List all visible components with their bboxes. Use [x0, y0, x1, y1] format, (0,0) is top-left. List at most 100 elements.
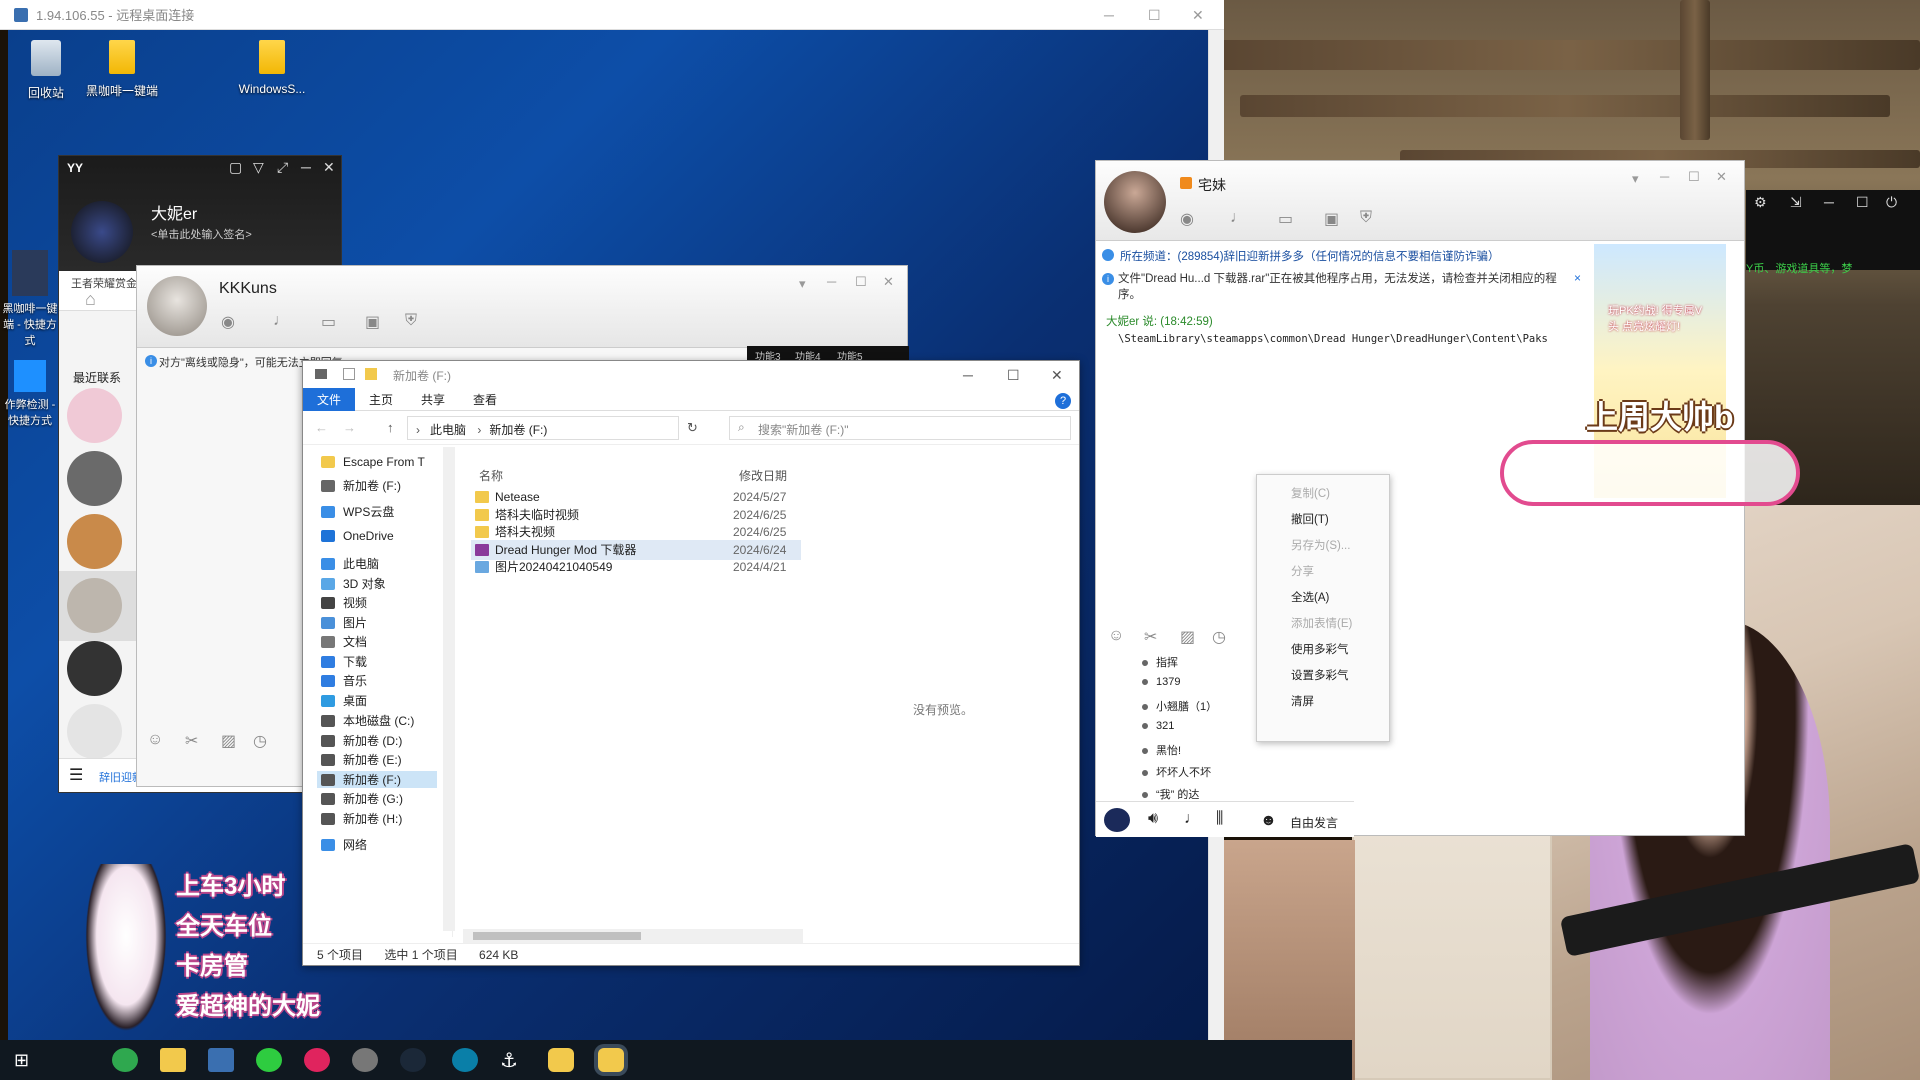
nav-item[interactable]: 本地磁盘 (C:): [321, 712, 414, 729]
context-menu-item[interactable]: 使用多彩气: [1291, 641, 1349, 657]
avatar[interactable]: [1104, 171, 1166, 233]
menu-icon[interactable]: ▢: [229, 159, 242, 176]
minimize-icon[interactable]: ─: [963, 367, 973, 383]
checkbox-icon[interactable]: [343, 368, 355, 380]
context-menu-item[interactable]: 另存为(S)...: [1291, 537, 1350, 553]
screen-icon[interactable]: ▣: [1324, 209, 1339, 229]
context-menu-item[interactable]: 清屏: [1291, 693, 1314, 709]
app-icon[interactable]: [256, 1048, 282, 1072]
camera-icon[interactable]: ◉: [1180, 209, 1194, 229]
maximize-icon[interactable]: ☐: [855, 274, 867, 290]
settings-icon[interactable]: ⚙: [1754, 194, 1767, 211]
nav-item[interactable]: 新加卷 (H:): [321, 810, 402, 827]
search-input[interactable]: ⌕ 搜索"新加卷 (F:)": [729, 416, 1071, 440]
nav-item[interactable]: Escape From T: [321, 455, 425, 469]
minimize-icon[interactable]: ─: [301, 159, 311, 175]
image-icon[interactable]: ▨: [1180, 627, 1195, 647]
nav-item[interactable]: WPS云盘: [321, 503, 394, 520]
close-icon[interactable]: ✕: [1051, 367, 1063, 384]
equalizer-icon[interactable]: ⫼: [1216, 810, 1223, 828]
context-menu-item[interactable]: 撤回(T): [1291, 511, 1329, 527]
close-icon[interactable]: ✕: [883, 274, 894, 290]
maximize-icon[interactable]: ☐: [1148, 7, 1161, 24]
context-menu-item[interactable]: 添加表情(E): [1291, 615, 1352, 631]
nav-item[interactable]: 图片: [321, 614, 367, 631]
column-name[interactable]: 名称: [479, 467, 503, 484]
minimize-icon[interactable]: ─: [1824, 194, 1834, 210]
minimize-icon[interactable]: ─: [1660, 169, 1669, 184]
maximize-icon[interactable]: ☐: [1688, 169, 1700, 185]
help-icon[interactable]: ?: [1055, 393, 1071, 409]
ribbon-tab-share[interactable]: 共享: [407, 388, 459, 411]
contact-avatar[interactable]: [67, 704, 122, 759]
folder-icon[interactable]: ▭: [321, 312, 336, 332]
app-icon[interactable]: [452, 1048, 478, 1072]
nav-item[interactable]: 音乐: [321, 672, 367, 689]
member-item[interactable]: 1379: [1142, 676, 1180, 688]
screen-icon[interactable]: ▣: [365, 312, 380, 332]
yy-icon[interactable]: [598, 1048, 624, 1072]
column-modified-date[interactable]: 修改日期: [739, 467, 787, 484]
avatar[interactable]: [1104, 808, 1130, 832]
maximize-icon[interactable]: ☐: [1856, 194, 1869, 211]
member-item[interactable]: 指挥: [1142, 654, 1178, 670]
microphone-icon[interactable]: ♩: [1230, 209, 1246, 227]
member-item[interactable]: 321: [1142, 720, 1174, 732]
refresh-icon[interactable]: ↻: [687, 420, 698, 436]
close-notice-icon[interactable]: ×: [1574, 271, 1581, 285]
nav-item[interactable]: 新加卷 (E:): [321, 751, 402, 768]
nav-item[interactable]: 新加卷 (G:): [321, 790, 403, 807]
shield-icon[interactable]: ⛨: [1360, 209, 1372, 227]
nav-item[interactable]: 文档: [321, 633, 367, 650]
contact-avatar[interactable]: [67, 451, 122, 506]
context-menu-item[interactable]: 设置多彩气: [1291, 667, 1349, 683]
desktop-icon-shortcut-1[interactable]: 黑咖啡一键端 - 快捷方式: [0, 250, 60, 348]
horizontal-scrollbar[interactable]: [463, 929, 803, 943]
ribbon-tab-file[interactable]: 文件: [303, 388, 356, 411]
breadcrumb-this-pc[interactable]: 此电脑: [430, 423, 466, 437]
nav-item[interactable]: 此电脑: [321, 555, 379, 572]
member-item[interactable]: 坏坏人不坏: [1142, 764, 1211, 780]
scrollbar-thumb[interactable]: [473, 932, 641, 940]
power-icon[interactable]: ⏻: [1886, 194, 1897, 211]
back-icon[interactable]: ←: [315, 420, 328, 435]
app-icon[interactable]: [304, 1048, 330, 1072]
nav-item[interactable]: 3D 对象: [321, 575, 386, 592]
minimize-icon[interactable]: ─: [1104, 7, 1114, 23]
image-icon[interactable]: ▨: [221, 731, 236, 751]
yy-icon[interactable]: [548, 1048, 574, 1072]
close-icon[interactable]: ✕: [1192, 7, 1204, 24]
contact-avatar[interactable]: [67, 388, 122, 443]
nav-item[interactable]: 桌面: [321, 692, 367, 709]
contact-avatar[interactable]: [67, 641, 122, 696]
scissors-icon[interactable]: ✂: [185, 731, 198, 751]
avatar[interactable]: [71, 201, 133, 263]
nav-item[interactable]: OneDrive: [321, 529, 394, 543]
speaker-icon[interactable]: 🔊︎: [1148, 810, 1158, 828]
minimize-icon[interactable]: ─: [827, 274, 836, 289]
collapse-icon[interactable]: ⇲: [1790, 194, 1802, 211]
desktop-icon-recycle-bin[interactable]: 回收站: [6, 40, 86, 101]
desktop-icon-blackcoffee[interactable]: 黑咖啡一键端: [82, 40, 162, 99]
microphone-icon[interactable]: ♩: [1184, 810, 1200, 828]
context-menu-item[interactable]: 分享: [1291, 563, 1314, 579]
nav-item[interactable]: 网络: [321, 836, 367, 853]
member-item[interactable]: 黑怡!: [1142, 742, 1181, 758]
profile-signature[interactable]: <单击此处输入签名>: [151, 226, 252, 242]
file-explorer-icon[interactable]: [160, 1048, 186, 1072]
file-row[interactable]: 图片20240421040549 2024/4/21: [471, 557, 801, 577]
ribbon-tab-home[interactable]: 主页: [355, 388, 407, 411]
chrome-icon[interactable]: [112, 1048, 138, 1072]
avatar[interactable]: [147, 276, 207, 336]
windows-start-icon[interactable]: ⊞: [14, 1050, 29, 1071]
breadcrumb-drive-f[interactable]: 新加卷 (F:): [489, 423, 547, 437]
anchor-icon[interactable]: ⚓: [500, 1048, 526, 1072]
free-speak-mode[interactable]: 自由发言: [1290, 814, 1338, 831]
app-icon[interactable]: [352, 1048, 378, 1072]
nav-scrollbar[interactable]: [443, 447, 455, 931]
home-icon[interactable]: ⌂: [85, 289, 96, 310]
microphone-icon[interactable]: ♩: [273, 312, 289, 330]
face-icon[interactable]: ☻: [1260, 812, 1277, 830]
channel-info[interactable]: 所在频道：(289854)辞旧迎新拼多多（任何情况的信息不要相信谨防诈骗）: [1120, 248, 1500, 264]
camera-icon[interactable]: ◉: [221, 312, 235, 332]
